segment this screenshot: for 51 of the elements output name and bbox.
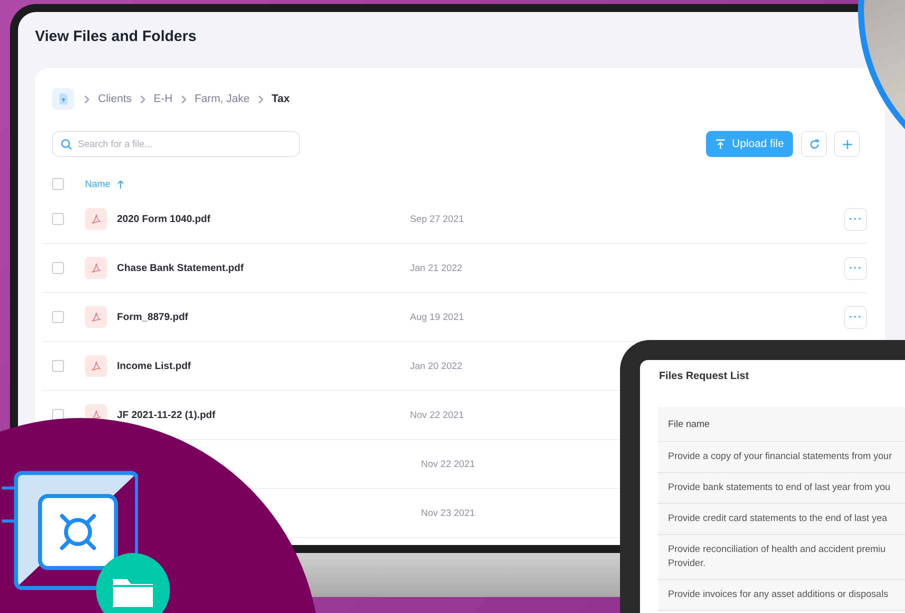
plus-icon (842, 138, 852, 150)
file-date: Nov 22 2021 (410, 410, 464, 420)
breadcrumb-link[interactable]: Farm, Jake (194, 93, 250, 105)
request-text: Provide credit card statements to the end of last yea (668, 512, 888, 526)
tablet-title: Files Request List (659, 369, 750, 384)
breadcrumb-link[interactable]: Tax (272, 93, 290, 105)
file-date: Jan 20 2022 (410, 360, 462, 372)
safe-icon (2, 470, 138, 590)
column-header: File name (658, 407, 905, 442)
pdf-file-icon (85, 257, 107, 279)
file-date: Nov 22 2021 (421, 458, 475, 470)
file-name[interactable]: 2020 Form 1040.pdf (117, 214, 210, 224)
file-date: Aug 19 2021 (410, 312, 464, 322)
file-date: Sep 27 2021 (410, 214, 464, 224)
search-field[interactable]: Search for a file... (52, 131, 300, 157)
request-text: Provide reconciliation of health and accident premiu Provider. (668, 543, 887, 571)
row-checkbox[interactable] (52, 360, 64, 372)
chevron-icon (84, 94, 90, 104)
search-icon (61, 138, 72, 150)
row-checkbox[interactable] (52, 213, 64, 225)
breadcrumb-link[interactable]: E-H (154, 93, 173, 105)
request-text: Provide invoices for any asset additions or disposals (668, 588, 890, 602)
file-date: Jan 21 2022 (410, 262, 462, 274)
refresh-icon (808, 138, 820, 150)
file-name[interactable]: Chase Bank Statement.pdf (117, 262, 244, 274)
select-all-checkbox[interactable] (52, 178, 64, 190)
up-arrow-icon (117, 180, 124, 188)
home-file-icon[interactable] (52, 88, 74, 110)
pdf-file-icon (85, 306, 107, 328)
column-header[interactable]: Name (85, 178, 110, 190)
row-checkbox[interactable] (52, 311, 64, 323)
file-name[interactable]: JF 2021-11-22 (1).pdf (117, 410, 216, 420)
upload-icon (715, 138, 726, 150)
pdf-file-icon (85, 208, 107, 230)
file-name[interactable]: Form_8879.pdf (117, 312, 188, 322)
folder-icon (113, 577, 153, 607)
request-text: Provide bank statements to end of last year from you (668, 481, 892, 495)
file-name[interactable]: Income List.pdf (117, 360, 191, 372)
upload-file-button[interactable]: Upload file (706, 131, 793, 157)
breadcrumb-link[interactable]: Clients (98, 93, 132, 105)
request-text: Provide a copy of your financial statements from your (668, 450, 893, 464)
add-button[interactable] (834, 131, 860, 157)
chevron-icon (180, 94, 187, 104)
page-title: View Files and Folders (35, 27, 198, 47)
refresh-button[interactable] (801, 131, 827, 157)
row-checkbox[interactable] (52, 262, 64, 274)
search-input[interactable]: Search for a file... (78, 138, 278, 150)
chevron-icon (258, 94, 264, 104)
pdf-file-icon (85, 355, 107, 377)
file-date: Nov 23 2021 (421, 508, 475, 518)
chevron-icon (140, 94, 146, 104)
